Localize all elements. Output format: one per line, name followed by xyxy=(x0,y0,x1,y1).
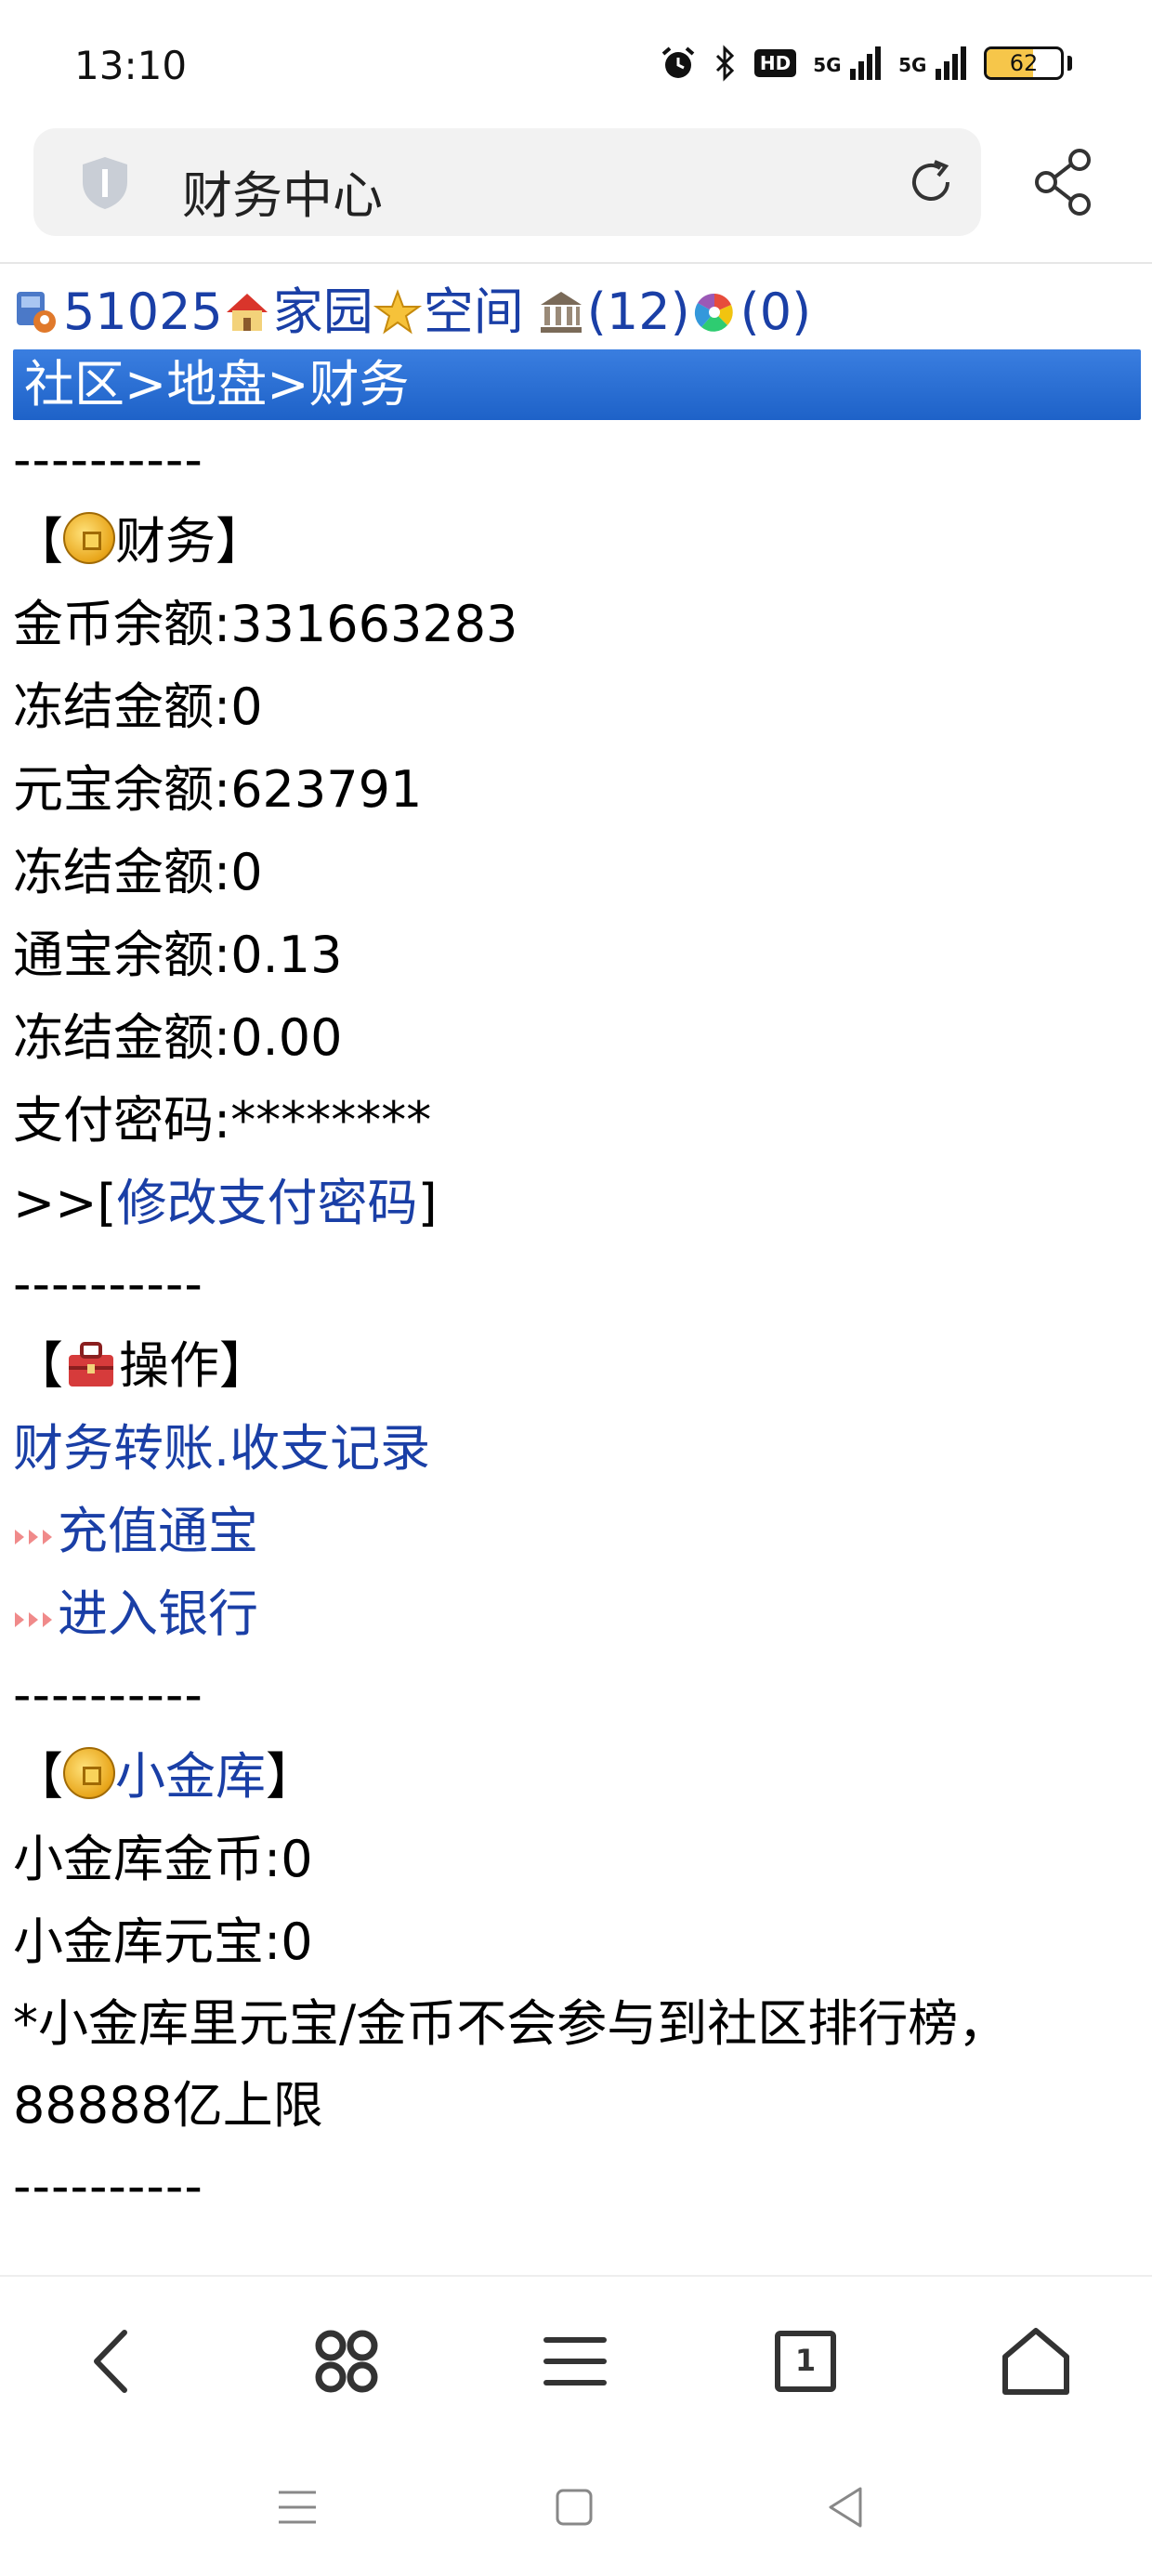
address-bar[interactable]: 财务中心 xyxy=(33,128,981,236)
user-profile-icon[interactable] xyxy=(13,288,61,336)
breadcrumb-finance: 财务 xyxy=(308,355,410,414)
battery-cap xyxy=(1067,56,1072,71)
frozen-amount-row: 冻结金额:0 xyxy=(13,677,263,736)
network-label-1: 5G xyxy=(813,53,842,76)
network-label-2: 5G xyxy=(898,53,927,76)
back-icon[interactable] xyxy=(72,2320,156,2403)
divider: ---------- xyxy=(13,2157,203,2215)
reload-icon[interactable] xyxy=(903,154,959,210)
frozen-amount-row: 冻结金额:0.00 xyxy=(13,1008,343,1067)
coin-icon xyxy=(63,1747,115,1799)
top-links: 51025 家园 空间 (12) (0) xyxy=(13,279,1141,346)
vault-note: *小金库里元宝/金币不会参与到社区排行榜， 88888亿上限 xyxy=(13,1983,1141,2147)
vault-heading: 【小金库】 xyxy=(13,1747,316,1806)
tongbao-balance-row: 通宝余额:0.13 xyxy=(13,926,343,984)
frozen-amount-value: 0.00 xyxy=(230,1008,343,1067)
divider: ---------- xyxy=(13,430,203,489)
signal-icon xyxy=(850,46,882,81)
signal-group-2: 5G xyxy=(898,46,967,81)
battery-level: 62 xyxy=(1009,50,1039,76)
system-nav-bar xyxy=(0,2451,1152,2576)
gold-balance-value: 331663283 xyxy=(230,595,518,653)
message-count-link[interactable]: (0) xyxy=(740,279,812,346)
space-link[interactable]: 空间 xyxy=(424,279,524,346)
tab-count: 1 xyxy=(775,2331,836,2392)
breadcrumb-community[interactable]: 社区 xyxy=(24,355,124,414)
signal-icon xyxy=(936,46,966,81)
bank-icon[interactable] xyxy=(537,288,585,336)
hd-badge: HD xyxy=(753,49,797,77)
status-bar: 13:10 HD 5G 5G 62 xyxy=(0,0,1152,139)
breadcrumb-separator: > xyxy=(267,355,309,414)
bank-count-link[interactable]: (12) xyxy=(587,279,690,346)
address-bar-separator xyxy=(0,262,1152,264)
yuanbao-balance-value: 623791 xyxy=(230,760,423,819)
signal-group-1: 5G xyxy=(813,46,882,81)
battery-icon: 62 xyxy=(984,46,1064,80)
breadcrumb-separator: > xyxy=(124,355,167,414)
tongbao-balance-value: 0.13 xyxy=(230,926,343,984)
menu-icon[interactable] xyxy=(533,2320,617,2403)
operations-heading: 【 操作】 xyxy=(13,1336,269,1395)
triple-arrow-icon xyxy=(15,1530,52,1544)
pay-password-row: 支付密码:******** xyxy=(13,1091,432,1150)
bluetooth-icon xyxy=(715,45,734,82)
shield-icon[interactable] xyxy=(76,154,134,212)
vault-note-line: 88888亿上限 xyxy=(13,2076,323,2135)
modify-password-row: >>[修改支付密码] xyxy=(13,1174,438,1232)
alarm-icon xyxy=(661,46,695,78)
back-triangle-icon[interactable] xyxy=(818,2479,873,2535)
share-icon[interactable] xyxy=(1031,147,1098,217)
recent-apps-icon[interactable] xyxy=(269,2479,325,2535)
pinwheel-icon[interactable] xyxy=(690,288,739,336)
page-title: 财务中心 xyxy=(182,166,383,225)
finance-heading: 【财务】 xyxy=(13,512,266,571)
vault-yuanbao-row: 小金库元宝:0 xyxy=(13,1912,313,1971)
recharge-row: 充值通宝 xyxy=(13,1490,1141,1572)
vault-yuanbao-value: 0 xyxy=(281,1912,313,1971)
tabs-icon[interactable]: 1 xyxy=(764,2320,847,2403)
gold-balance-row: 金币余额:331663283 xyxy=(13,595,518,653)
vault-gold-row: 小金库金币:0 xyxy=(13,1830,313,1888)
browser-bottom-nav: 1 xyxy=(0,2275,1152,2451)
home-house-icon[interactable] xyxy=(223,288,271,336)
coin-icon xyxy=(63,512,115,564)
frozen-amount-value: 0 xyxy=(230,677,263,736)
frozen-amount-row: 冻结金额:0 xyxy=(13,843,263,901)
breadcrumb-area[interactable]: 地盘 xyxy=(166,355,267,414)
home-square-icon[interactable] xyxy=(546,2479,602,2535)
transfer-row: 财务转账.收支记录 xyxy=(13,1407,1141,1490)
operations-heading-text: 操作 xyxy=(119,1336,219,1395)
home-link[interactable]: 家园 xyxy=(273,279,373,346)
vault-gold-value: 0 xyxy=(281,1830,313,1888)
page-content: 51025 家园 空间 (12) (0) 社区>地盘>财务 ----------… xyxy=(13,279,1141,2227)
transfer-records-link[interactable]: 财务转账.收支记录 xyxy=(13,1419,430,1478)
divider: ---------- xyxy=(13,1255,203,1313)
user-id-link[interactable]: 51025 xyxy=(63,279,223,346)
star-icon[interactable] xyxy=(373,288,422,336)
toolbox-icon xyxy=(69,1342,113,1387)
home-icon[interactable] xyxy=(994,2320,1078,2403)
breadcrumb: 社区>地盘>财务 xyxy=(13,349,1141,420)
apps-icon[interactable] xyxy=(305,2320,388,2403)
modify-pay-password-link[interactable]: 修改支付密码 xyxy=(117,1174,418,1232)
vault-link[interactable]: 小金库 xyxy=(115,1747,266,1806)
recharge-tongbao-link[interactable]: 充值通宝 xyxy=(58,1502,258,1560)
divider: ---------- xyxy=(13,1665,203,1724)
finance-heading-text: 财务 xyxy=(115,512,216,571)
yuanbao-balance-row: 元宝余额:623791 xyxy=(13,760,423,819)
triple-arrow-icon xyxy=(15,1612,52,1627)
frozen-amount-value: 0 xyxy=(230,843,263,901)
enter-bank-link[interactable]: 进入银行 xyxy=(58,1584,258,1643)
status-icons: HD 5G 5G 62 xyxy=(660,45,1072,82)
vault-note-line: *小金库里元宝/金币不会参与到社区排行榜， xyxy=(13,1994,1009,2053)
bank-row: 进入银行 xyxy=(13,1572,1141,1655)
status-time: 13:10 xyxy=(74,43,188,88)
pay-password-value: ******** xyxy=(230,1091,432,1150)
